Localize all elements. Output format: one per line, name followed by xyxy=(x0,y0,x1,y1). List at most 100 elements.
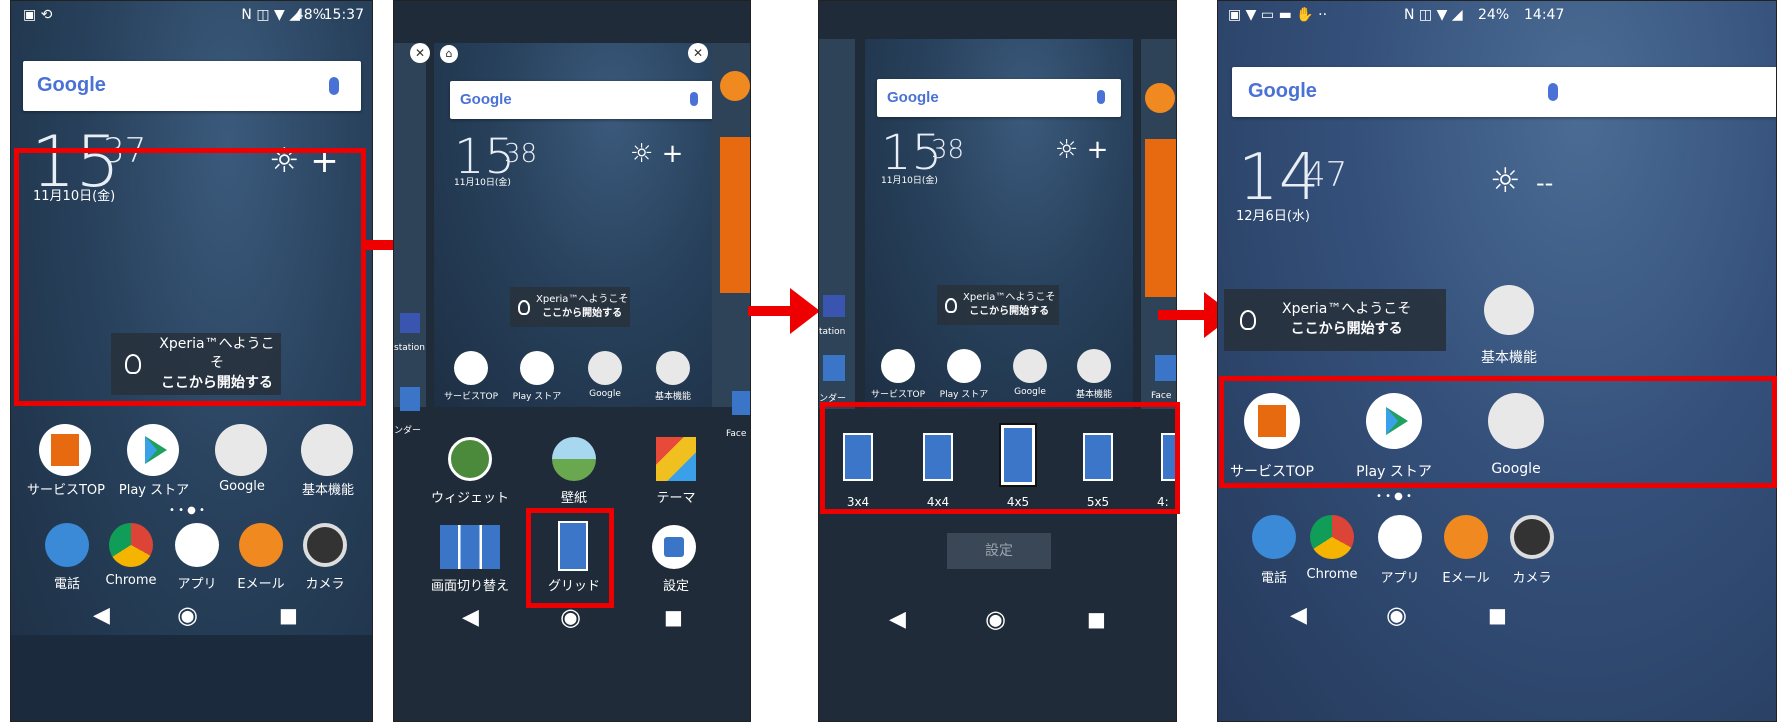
clock-minute: 47 xyxy=(1304,155,1348,195)
back-icon[interactable]: ◀ xyxy=(1290,603,1307,628)
wallpaper-icon[interactable] xyxy=(552,437,596,481)
welcome-line1: Xperia™へようこそ xyxy=(963,292,1056,303)
screen-switch-icon[interactable] xyxy=(440,525,500,569)
recents-icon[interactable]: ■ xyxy=(279,603,298,627)
side-right-label: Face xyxy=(726,429,747,439)
settings-apply-button[interactable]: 設定 xyxy=(947,533,1051,569)
main-page-preview[interactable]: ⌂ Google 15 38 11月10日(金) ☼ + Xperia™へようこ… xyxy=(434,43,730,407)
side-left-label2: ンダー xyxy=(394,426,422,436)
home-icon[interactable]: ◉ xyxy=(1386,601,1407,629)
arrow-right-icon xyxy=(748,288,820,334)
phone-icon[interactable] xyxy=(45,523,89,567)
chrome-icon[interactable] xyxy=(109,523,153,567)
back-icon[interactable]: ◀ xyxy=(462,605,479,630)
close-icon[interactable]: ✕ xyxy=(410,43,430,63)
chrome-icon[interactable] xyxy=(1310,515,1354,559)
app-label-play: Play ストア xyxy=(512,392,562,402)
google-folder-icon xyxy=(588,351,622,385)
google-search-bar[interactable]: Google xyxy=(23,61,361,111)
nav-bar: ◀ ◉ ■ xyxy=(819,605,1176,635)
basic-folder-icon[interactable] xyxy=(1484,285,1534,335)
service-top-icon xyxy=(881,349,915,383)
dock-label-email: Eメール xyxy=(237,577,285,592)
nav-bar: ◀ ◉ ■ xyxy=(11,601,372,631)
bulb-icon xyxy=(945,297,957,313)
google-search-bar[interactable]: Google xyxy=(1232,67,1776,117)
highlight-grid-button xyxy=(526,508,614,608)
theme-icon[interactable] xyxy=(656,437,696,481)
welcome-card: Xperia™へようこそ ここから開始する xyxy=(510,287,630,327)
google-logo: Google xyxy=(37,74,106,96)
service-top-icon[interactable] xyxy=(39,424,91,476)
home-page-icon[interactable]: ⌂ xyxy=(440,45,458,63)
home-icon[interactable]: ◉ xyxy=(985,605,1006,633)
back-icon[interactable]: ◀ xyxy=(889,607,906,632)
side-left-label: station xyxy=(394,343,425,353)
app-label-service: サービスTOP xyxy=(26,483,105,498)
dock-label-camera: カメラ xyxy=(305,577,345,592)
google-logo: Google xyxy=(1248,80,1317,102)
highlight-homescreen xyxy=(14,148,366,406)
au-icon xyxy=(720,71,750,101)
menu-label-widget[interactable]: ウィジェット xyxy=(424,487,516,506)
right-page-preview: Face xyxy=(712,43,750,439)
bulb-icon xyxy=(1240,310,1256,330)
basic-folder-icon xyxy=(656,351,690,385)
page-indicator: • • ● • xyxy=(169,505,205,516)
camera-icon[interactable] xyxy=(303,523,347,567)
left-page-preview: tation ンダー xyxy=(819,39,855,409)
battery-level: 24% xyxy=(1478,7,1510,23)
basic-folder-icon[interactable] xyxy=(301,424,353,476)
right-page-preview: Face xyxy=(1141,39,1176,409)
email-icon[interactable] xyxy=(1444,515,1488,559)
back-icon[interactable]: ◀ xyxy=(93,603,110,628)
welcome-line2: ここから開始する xyxy=(1290,321,1403,337)
welcome-line1: Xperia™へようこそ xyxy=(536,294,629,305)
menu-label-settings[interactable]: 設定 xyxy=(630,575,722,594)
facebook-icon xyxy=(732,391,750,415)
date-label: 12月6日(水) xyxy=(1236,209,1310,224)
status-bar: ▣ ▼ ▭ ▬ ✋ ·· N ◫ ▼ ◢ 24% 14:47 xyxy=(1218,1,1776,31)
app-label-play: Play ストア xyxy=(118,483,190,498)
email-icon[interactable] xyxy=(239,523,283,567)
google-folder-icon[interactable] xyxy=(215,424,267,476)
recents-icon[interactable]: ■ xyxy=(1488,603,1507,627)
side-left-label: tation xyxy=(819,327,846,337)
apps-icon[interactable] xyxy=(1378,515,1422,559)
recents-icon[interactable]: ■ xyxy=(664,605,683,629)
weather-icon[interactable]: ☼ xyxy=(1490,161,1520,201)
battery-level: 48% xyxy=(294,7,326,23)
google-search-bar: Google xyxy=(450,81,714,119)
left-page-preview: station ンダー xyxy=(394,43,426,436)
menu-label-theme[interactable]: テーマ xyxy=(630,487,722,506)
home-icon[interactable]: ◉ xyxy=(177,601,198,629)
time: 14:47 xyxy=(1524,7,1565,23)
mic-icon xyxy=(1097,90,1105,104)
menu-label-screen-switch[interactable]: 画面切り替え xyxy=(424,575,516,594)
dock-label-chrome: Chrome xyxy=(105,573,157,588)
settings-gear-icon[interactable] xyxy=(652,525,696,569)
widget-icon[interactable] xyxy=(448,437,492,481)
menu-label-wallpaper[interactable]: 壁紙 xyxy=(528,487,620,506)
close-icon[interactable]: ✕ xyxy=(688,43,708,63)
mic-icon[interactable] xyxy=(1548,83,1558,101)
dock-label-phone: 電話 xyxy=(53,577,80,592)
phone-icon[interactable] xyxy=(1252,515,1296,559)
play-store-icon[interactable] xyxy=(127,424,179,476)
facebook-icon xyxy=(1155,355,1176,381)
apps-icon[interactable] xyxy=(175,523,219,567)
app-label-basic: 基本機能 xyxy=(654,392,691,402)
recents-icon[interactable]: ■ xyxy=(1087,607,1106,631)
welcome-line2: ここから開始する xyxy=(969,306,1050,317)
google-logo: Google xyxy=(887,89,939,106)
welcome-card[interactable]: Xperia™へようこそ ここから開始する xyxy=(1224,289,1446,351)
camera-icon[interactable] xyxy=(1510,515,1554,559)
screenshot-edit-menu: station ンダー ✕ ⌂ Google 15 38 11月10日(金) ☼… xyxy=(393,0,751,722)
play-store-icon xyxy=(520,351,554,385)
mic-icon[interactable] xyxy=(329,77,339,95)
au-icon xyxy=(1145,83,1175,113)
dock-label-apps: アプリ xyxy=(1380,571,1420,586)
weather-icon: ☼ + xyxy=(630,139,684,169)
dock-label-email: Eメール xyxy=(1442,571,1490,586)
app-label-service: サービスTOP xyxy=(870,390,925,400)
